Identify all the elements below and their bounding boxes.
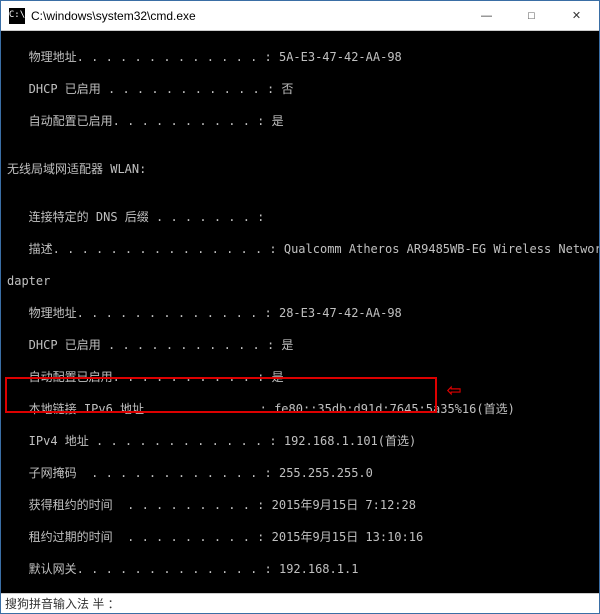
output-line: IPv4 地址 . . . . . . . . . . . . : 192.16… (7, 433, 599, 449)
cmd-icon: C:\ (9, 8, 25, 24)
window-title: C:\windows\system32\cmd.exe (31, 9, 464, 23)
ime-status-bar: 搜狗拼音输入法 半 ： (1, 593, 599, 613)
output-line: 无线局域网适配器 WLAN: (7, 161, 599, 177)
titlebar[interactable]: C:\ C:\windows\system32\cmd.exe — □ ✕ (1, 1, 599, 31)
output-line: 本地链接 IPv6 地址. . . . . . . . : fe80::35db… (7, 401, 599, 417)
output-line: 连接特定的 DNS 后缀 . . . . . . . : (7, 209, 599, 225)
ime-text: 搜狗拼音输入法 半 ： (5, 595, 120, 612)
output-line: DHCP 已启用 . . . . . . . . . . . : 是 (7, 337, 599, 353)
minimize-button[interactable]: — (464, 1, 509, 30)
output-line: 物理地址. . . . . . . . . . . . . : 28-E3-47… (7, 305, 599, 321)
console-output[interactable]: 物理地址. . . . . . . . . . . . . : 5A-E3-47… (1, 31, 599, 593)
output-line: 自动配置已启用. . . . . . . . . . : 是 (7, 369, 599, 385)
output-line: dapter (7, 273, 599, 289)
cmd-window: C:\ C:\windows\system32\cmd.exe — □ ✕ 物理… (0, 0, 600, 614)
maximize-button[interactable]: □ (509, 1, 554, 30)
output-line: 获得租约的时间 . . . . . . . . . : 2015年9月15日 7… (7, 497, 599, 513)
output-line: DHCP 已启用 . . . . . . . . . . . : 否 (7, 81, 599, 97)
output-line: 租约过期的时间 . . . . . . . . . : 2015年9月15日 1… (7, 529, 599, 545)
output-line: 自动配置已启用. . . . . . . . . . : 是 (7, 113, 599, 129)
close-button[interactable]: ✕ (554, 1, 599, 30)
output-line: 子网掩码 . . . . . . . . . . . . : 255.255.2… (7, 465, 599, 481)
output-line: 描述. . . . . . . . . . . . . . . : Qualco… (7, 241, 599, 257)
output-line: 默认网关. . . . . . . . . . . . . : 192.168.… (7, 561, 599, 577)
output-line: 物理地址. . . . . . . . . . . . . : 5A-E3-47… (7, 49, 599, 65)
